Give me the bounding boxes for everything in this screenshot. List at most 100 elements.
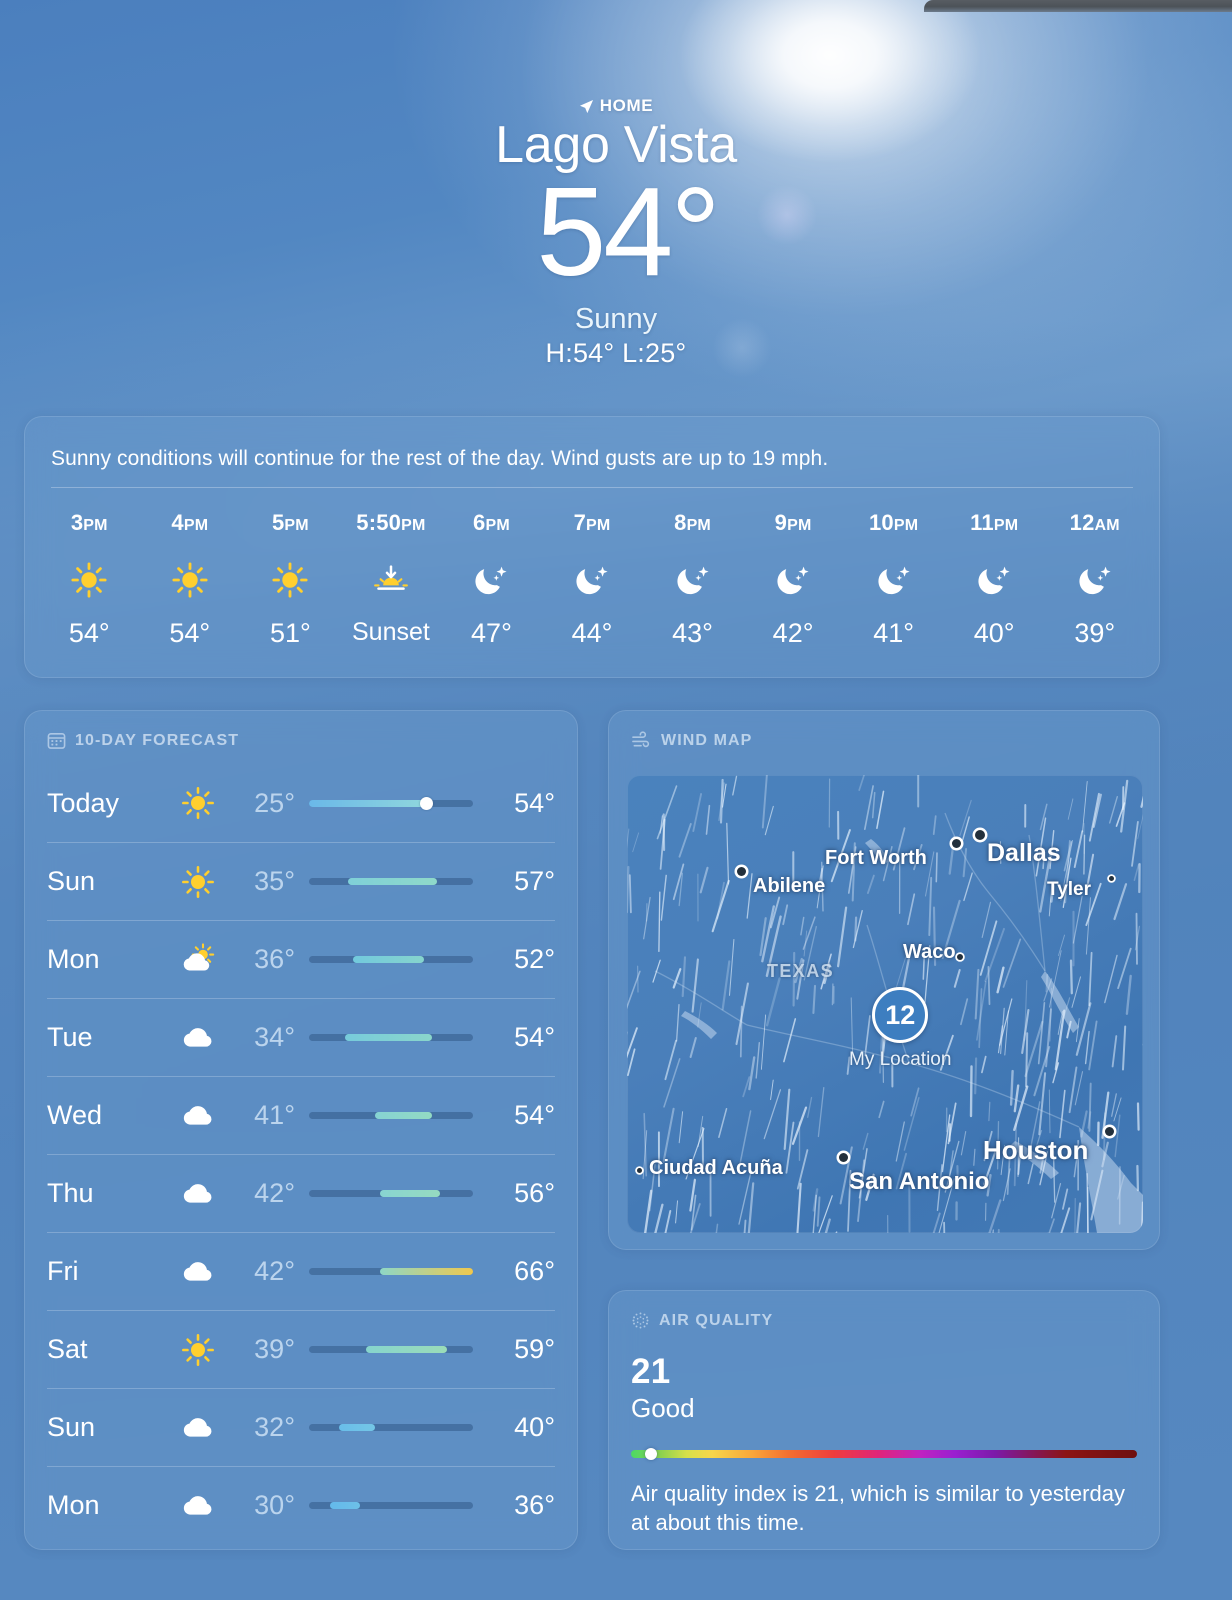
forecast-day-name: Sat [47,1334,88,1364]
range-bar-fill [379,1190,441,1197]
high-low-temperature: H:54° L:25° [545,337,687,368]
sun-icon [172,562,208,598]
ten-day-forecast-card[interactable]: 10-DAY FORECAST Today 25° 54° Sun 35° 57° Mon 3… [24,710,578,1550]
hourly-temperature: 54° [169,618,211,648]
my-location-marker[interactable]: 12 My Location [849,987,951,1071]
hourly-item[interactable]: 7PM 44° [542,510,643,649]
current-weather-hero: HOME Lago Vista 54° Sunny H:54° L:25° [0,0,1232,369]
forecast-row[interactable]: Sun 35° 57° [47,842,555,920]
hourly-item[interactable]: 6PM 47° [441,510,542,649]
aqi-scale[interactable] [631,1448,1137,1460]
forecast-high-temp: 40° [514,1412,555,1442]
hourly-list[interactable]: 3PM 54° 4PM 54° 5PM 51° 5:50PM Sunset 6PM 47° 7PM 4… [25,488,1159,649]
wind-map-card[interactable]: WIND MAP Fort Worth Dallas Abilene Tyler… [608,710,1160,1250]
current-temp-marker [419,796,433,810]
forecast-high-temp: 54° [514,787,555,818]
map-city-label: Dallas [987,839,1061,867]
ten-day-list[interactable]: Today 25° 54° Sun 35° 57° Mon 36° 52° Tue 34° 54° We… [25,764,577,1544]
my-location-label: My Location [849,1049,952,1070]
forecast-row[interactable]: Mon 30° 36° [47,1466,555,1544]
forecast-row[interactable]: Mon 36° 52° [47,920,555,998]
forecast-low-temp: 36° [254,944,295,974]
forecast-day-name: Wed [47,1100,103,1130]
forecast-condition-icon [165,862,231,902]
hourly-item[interactable]: 5PM 51° [240,510,341,649]
hourly-temperature: 54° [68,618,110,648]
moon-stars-icon [1079,566,1111,595]
temperature-range-bar [309,1268,473,1275]
forecast-row[interactable]: Today 25° 54° [47,764,555,842]
range-bar-fill [309,799,424,807]
forecast-condition-icon [165,783,231,823]
temperature-range-bar [309,1190,473,1197]
aqi-index-value: 21 [631,1352,671,1391]
map-city-dot [737,867,746,876]
moon-stars-icon [878,566,910,595]
hourly-item[interactable]: 9PM 42° [743,510,844,649]
forecast-day-name: Today [47,787,120,818]
hourly-item[interactable]: 11PM 40° [944,510,1045,649]
hourly-item[interactable]: 12AM 39° [1044,510,1145,649]
sunset-icon [373,565,408,590]
temperature-range-bar [309,1034,473,1041]
range-bar-fill [338,1424,375,1431]
forecast-row[interactable]: Wed 41° 54° [47,1076,555,1154]
map-city-dot [952,839,961,848]
air-quality-header: AIR QUALITY [609,1291,1159,1330]
hourly-temperature: 41° [873,618,915,648]
hourly-item[interactable]: 5:50PM Sunset [341,510,442,649]
hourly-item[interactable]: 8PM 43° [642,510,743,649]
hourly-condition-icon [1044,552,1145,608]
hourly-condition-icon [341,552,442,608]
forecast-condition-icon [165,1252,231,1292]
wind-speed-value: 12 [872,987,929,1043]
sun-cloud-icon [183,942,215,971]
hourly-temperature: 51° [269,618,311,648]
aqi-category: Good [631,1393,695,1423]
wind-icon [632,731,650,748]
forecast-row[interactable]: Sun 32° 40° [47,1388,555,1466]
sun-icon [272,562,308,598]
forecast-high-temp: 57° [514,866,555,896]
hourly-condition-icon [441,552,542,608]
hourly-item[interactable]: 4PM 54° [140,510,241,649]
forecast-row[interactable]: Tue 34° 54° [47,998,555,1076]
cloud-icon [183,1417,212,1437]
temperature-range-bar [309,796,473,810]
hourly-item[interactable]: 3PM 54° [39,510,140,649]
range-bar-fill [345,1034,432,1041]
hourly-time: 4PM [171,510,209,535]
hourly-condition-icon [944,552,1045,608]
wind-map-header: WIND MAP [609,711,1159,750]
moon-stars-icon [676,566,709,595]
hourly-condition-icon [843,552,944,608]
map-city-dot [1105,1127,1114,1136]
home-location-row: HOME [0,96,1232,116]
forecast-condition-icon [165,940,231,980]
hourly-time: 6PM [473,510,510,535]
hourly-forecast-card[interactable]: Sunny conditions will continue for the r… [24,416,1160,678]
temperature-range-bar [309,1346,473,1353]
forecast-row[interactable]: Sat 39° 59° [47,1310,555,1388]
range-bar-fill [374,1112,432,1119]
map-city-dot [957,954,963,960]
forecast-condition-icon [165,1486,231,1526]
hourly-summary: Sunny conditions will continue for the r… [51,447,829,470]
moon-stars-icon [777,566,809,595]
hourly-item[interactable]: 10PM 41° [843,510,944,649]
forecast-low-temp: 41° [254,1100,295,1130]
forecast-low-temp: 32° [254,1412,295,1442]
forecast-high-temp: 56° [514,1178,555,1208]
forecast-condition-icon [165,1096,231,1136]
sun-icon [182,787,214,819]
forecast-low-temp: 34° [254,1022,295,1052]
air-quality-card[interactable]: AIR QUALITY 21 Good Air quality index is… [608,1290,1160,1550]
forecast-day-name: Mon [47,944,100,974]
range-bar-track [309,1424,473,1431]
map-city-dot [975,830,985,840]
forecast-row[interactable]: Fri 42° 66° [47,1232,555,1310]
forecast-low-temp: 42° [254,1178,295,1208]
forecast-row[interactable]: Thu 42° 56° [47,1154,555,1232]
wind-map-canvas[interactable]: Fort Worth Dallas Abilene Tyler Waco Houston S… [627,775,1143,1233]
map-city-label: Ciudad Acuña [649,1157,783,1179]
